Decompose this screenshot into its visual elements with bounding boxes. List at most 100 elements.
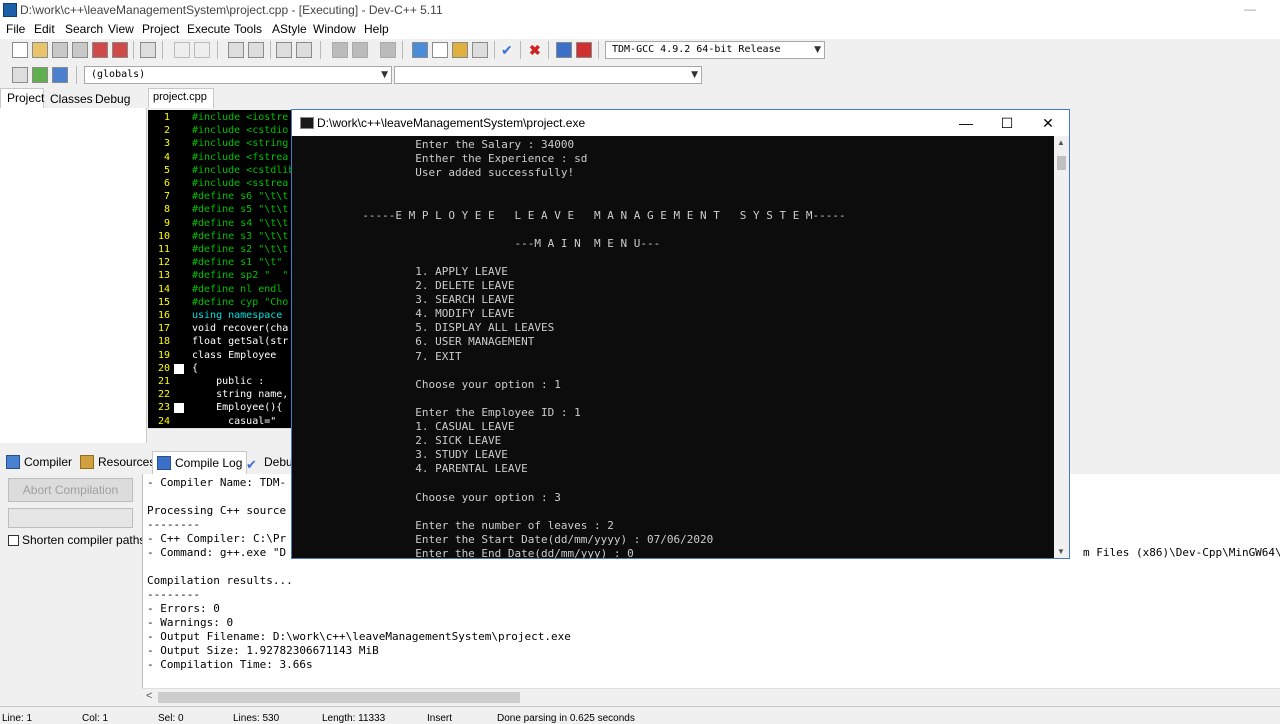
function-select[interactable]: ▼ bbox=[394, 66, 702, 84]
tab-project[interactable]: Project bbox=[0, 88, 44, 108]
save-all-icon[interactable] bbox=[72, 42, 88, 58]
tab-compiler[interactable]: Compiler bbox=[6, 454, 72, 470]
log-line: - Command: g++.exe "D bbox=[147, 546, 287, 559]
console-line: 2. DELETE LEAVE bbox=[296, 279, 515, 292]
tab-compiler-label: Compiler bbox=[24, 455, 73, 469]
line-number: 14 bbox=[157, 283, 170, 295]
tab-debug-bottom[interactable]: ✔ Debu bbox=[246, 454, 293, 471]
code-line: #define nl endl bbox=[192, 283, 283, 295]
console-line: 3. STUDY LEAVE bbox=[296, 448, 508, 462]
close-icon[interactable]: ✕ bbox=[1034, 113, 1062, 133]
menu-file[interactable]: File bbox=[6, 22, 25, 36]
line-number: 20 bbox=[157, 362, 170, 374]
menu-search[interactable]: Search bbox=[65, 22, 103, 36]
code-line: class Employee bbox=[192, 349, 277, 361]
run-icon[interactable] bbox=[472, 42, 488, 58]
close-all-icon[interactable] bbox=[112, 42, 128, 58]
goto-line-icon[interactable] bbox=[276, 42, 292, 58]
console-window[interactable]: D:\work\c++\leaveManagementSystem\projec… bbox=[291, 109, 1070, 559]
find-icon[interactable] bbox=[228, 42, 244, 58]
scope-select[interactable]: (globals) ▼ bbox=[84, 66, 392, 84]
window-icon[interactable] bbox=[432, 42, 448, 58]
fold-marker-icon[interactable] bbox=[174, 363, 184, 374]
undo-icon[interactable] bbox=[174, 42, 190, 58]
minimize-icon[interactable]: — bbox=[952, 113, 980, 133]
tab-debug-label: Debu bbox=[264, 455, 293, 469]
profile-chart-icon[interactable] bbox=[556, 42, 572, 58]
scroll-left-icon[interactable]: < bbox=[146, 690, 152, 702]
back-icon[interactable] bbox=[332, 42, 348, 58]
code-line: #include <cstdio bbox=[192, 125, 289, 137]
line-number: 5 bbox=[163, 164, 170, 176]
shorten-paths-checkbox[interactable] bbox=[8, 535, 19, 546]
menu-tools[interactable]: Tools bbox=[234, 22, 262, 36]
check-syntax-icon[interactable]: ✔ bbox=[500, 42, 516, 58]
log-line-overflow: m Files (x86)\Dev-Cpp\MinGW64\ bbox=[1083, 546, 1280, 559]
code-line: using namespace bbox=[192, 310, 283, 321]
goto-icon[interactable] bbox=[32, 67, 48, 83]
abort-compilation-button[interactable]: Abort Compilation bbox=[8, 478, 133, 502]
bookmark-icon[interactable] bbox=[380, 42, 396, 58]
scroll-down-icon[interactable]: ▼ bbox=[1057, 547, 1065, 556]
console-scroll-thumb[interactable] bbox=[1057, 156, 1066, 170]
line-number: 19 bbox=[157, 349, 170, 361]
menu-astyle[interactable]: AStyle bbox=[272, 22, 307, 36]
code-line: casual=" bbox=[192, 415, 277, 427]
compile-icon[interactable] bbox=[452, 42, 468, 58]
close-file-icon[interactable] bbox=[92, 42, 108, 58]
menu-view[interactable]: View bbox=[108, 22, 134, 36]
menu-help[interactable]: Help bbox=[364, 22, 389, 36]
chevron-down-icon: ▼ bbox=[691, 70, 698, 80]
line-number: 16 bbox=[157, 310, 170, 321]
log-line: -------- bbox=[147, 588, 200, 601]
code-line: #define s4 "\t\t bbox=[192, 217, 289, 229]
forward-icon[interactable] bbox=[352, 42, 368, 58]
line-number: 2 bbox=[163, 125, 170, 137]
line-number: 21 bbox=[157, 376, 170, 387]
editor-file-tab[interactable]: project.cpp bbox=[148, 88, 214, 108]
compiler-select[interactable]: TDM-GCC 4.9.2 64-bit Release ▼ bbox=[605, 41, 825, 59]
insert-icon[interactable] bbox=[12, 67, 28, 83]
log-scroll-thumb[interactable] bbox=[158, 692, 520, 703]
log-horizontal-scrollbar[interactable]: < bbox=[142, 688, 1280, 706]
line-number: 1 bbox=[163, 112, 170, 123]
maximize-icon[interactable]: ☐ bbox=[993, 113, 1021, 133]
save-icon[interactable] bbox=[52, 42, 68, 58]
project-browser[interactable] bbox=[0, 108, 147, 443]
console-vertical-scrollbar[interactable]: ▲ ▼ bbox=[1054, 136, 1069, 558]
menu-edit[interactable]: Edit bbox=[34, 22, 55, 36]
code-line: #include <string bbox=[192, 138, 289, 150]
tab-debug[interactable]: Debug bbox=[95, 92, 130, 106]
console-output[interactable]: Enter the Salary : 34000 Enther the Expe… bbox=[292, 136, 1054, 558]
redo-icon[interactable] bbox=[194, 42, 210, 58]
menu-project[interactable]: Project bbox=[142, 22, 179, 36]
tab-compile-log[interactable]: Compile Log bbox=[152, 451, 248, 474]
line-number: 7 bbox=[163, 191, 170, 203]
line-number: 10 bbox=[157, 230, 170, 242]
line-number: 6 bbox=[163, 178, 170, 189]
fold-marker-icon[interactable] bbox=[174, 403, 184, 414]
print-icon[interactable] bbox=[140, 42, 156, 58]
code-line: #define s6 "\t\t bbox=[192, 191, 289, 203]
indent-icon[interactable] bbox=[296, 42, 312, 58]
debug-icon[interactable] bbox=[576, 42, 592, 58]
console-line: 1. APPLY LEAVE bbox=[296, 264, 508, 278]
tab-classes[interactable]: Classes bbox=[50, 92, 93, 106]
console-title-bar[interactable]: D:\work\c++\leaveManagementSystem\projec… bbox=[292, 110, 1069, 136]
minimize-hint[interactable]: — bbox=[1244, 2, 1256, 16]
replace-icon[interactable] bbox=[248, 42, 264, 58]
chevron-down-icon: ▼ bbox=[814, 45, 821, 55]
scope-select-value: (globals) bbox=[91, 69, 146, 80]
bookmark-toggle-icon[interactable] bbox=[52, 67, 68, 83]
status-length: Length: 11333 bbox=[322, 713, 386, 724]
scroll-up-icon[interactable]: ▲ bbox=[1057, 138, 1065, 147]
new-file-icon[interactable] bbox=[12, 42, 28, 58]
grid-icon[interactable] bbox=[412, 42, 428, 58]
console-line: ---M A I N M E N U--- bbox=[296, 236, 661, 250]
line-number: 24 bbox=[157, 415, 170, 427]
tab-resources[interactable]: Resources bbox=[80, 454, 155, 470]
menu-execute[interactable]: Execute bbox=[187, 22, 230, 36]
open-file-icon[interactable] bbox=[32, 42, 48, 58]
stop-execution-icon[interactable]: ✖ bbox=[528, 42, 544, 58]
menu-window[interactable]: Window bbox=[313, 22, 356, 36]
